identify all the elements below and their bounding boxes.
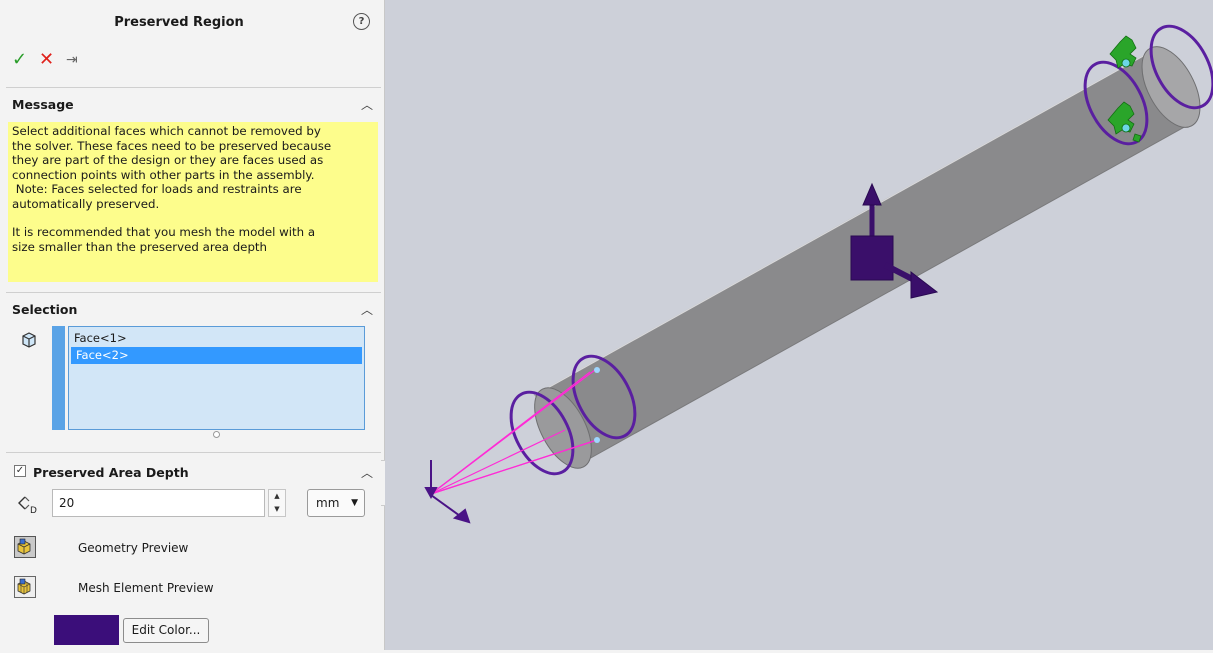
preserved-area-depth-header[interactable]: Preserved Area Depth bbox=[33, 465, 189, 480]
selection-list[interactable]: Face<1> Face<2> bbox=[68, 326, 365, 430]
ok-checkmark-icon[interactable]: ✓ bbox=[12, 50, 27, 70]
depth-distance-icon: D bbox=[17, 494, 41, 517]
cancel-x-icon[interactable]: ✕ bbox=[39, 50, 54, 70]
mesh-element-preview-icon[interactable] bbox=[14, 576, 36, 598]
panel-title: Preserved Region bbox=[114, 15, 244, 30]
depth-stepper[interactable]: ▲ ▼ bbox=[268, 489, 286, 517]
divider bbox=[6, 87, 381, 88]
message-section-header[interactable]: Message bbox=[12, 97, 74, 112]
collapse-chevron-icon[interactable]: ︿ bbox=[361, 301, 373, 318]
pushpin-icon[interactable]: ⇥ bbox=[66, 50, 78, 70]
message-box: Select additional faces which cannot be … bbox=[8, 122, 378, 282]
spin-up-icon[interactable]: ▲ bbox=[269, 490, 285, 503]
geometry-preview-label[interactable]: Geometry Preview bbox=[78, 541, 188, 555]
load-point[interactable] bbox=[594, 367, 600, 373]
color-swatch[interactable] bbox=[54, 615, 119, 645]
divider bbox=[6, 452, 381, 453]
unit-value: mm bbox=[316, 496, 340, 510]
model-view[interactable] bbox=[385, 0, 1213, 650]
load-point[interactable] bbox=[594, 437, 600, 443]
face-selection-icon bbox=[20, 331, 38, 352]
preserved-area-depth-checkbox[interactable]: ✓ bbox=[14, 465, 26, 477]
unit-select[interactable]: mm ▼ bbox=[307, 489, 365, 517]
spin-down-icon[interactable]: ▼ bbox=[269, 503, 285, 516]
depth-input[interactable]: 20 bbox=[52, 489, 265, 517]
message-paragraph: Select additional faces which cannot be … bbox=[12, 124, 332, 211]
property-manager-panel: Preserved Region ? ✓ ✕ ⇥ Message ︿ Selec… bbox=[0, 0, 385, 650]
divider bbox=[6, 292, 381, 293]
list-resize-handle[interactable] bbox=[213, 431, 220, 438]
selection-section-header[interactable]: Selection bbox=[12, 302, 77, 317]
collapse-chevron-icon[interactable]: ︿ bbox=[361, 96, 373, 113]
svg-text:D: D bbox=[30, 506, 37, 514]
help-icon[interactable]: ? bbox=[353, 13, 370, 30]
message-paragraph: It is recommended that you mesh the mode… bbox=[12, 225, 316, 254]
collapse-chevron-icon[interactable]: ︿ bbox=[361, 464, 373, 481]
edit-color-button[interactable]: Edit Color... bbox=[123, 618, 209, 643]
dropdown-arrow-icon: ▼ bbox=[351, 498, 358, 508]
selection-list-item[interactable]: Face<1> bbox=[69, 330, 364, 347]
geometry-preview-icon[interactable] bbox=[14, 536, 36, 558]
mesh-element-preview-label[interactable]: Mesh Element Preview bbox=[78, 581, 214, 595]
selection-active-indicator bbox=[52, 326, 65, 430]
selection-list-item[interactable]: Face<2> bbox=[71, 347, 362, 364]
graphics-viewport[interactable] bbox=[385, 0, 1213, 650]
